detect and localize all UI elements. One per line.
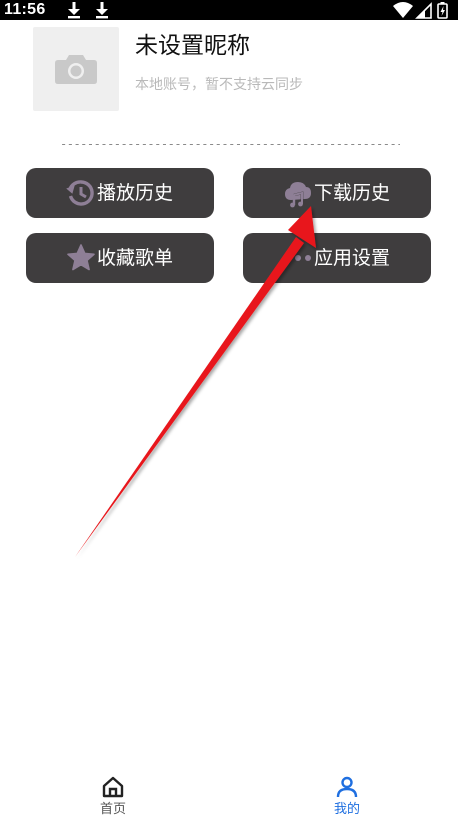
nav-mine[interactable]: 我的 [307,765,387,820]
nav-home[interactable]: 首页 [73,765,153,820]
person-icon [336,776,358,798]
home-icon [102,776,124,798]
play-history-button[interactable]: 播放历史 [26,168,214,218]
status-time: 11:56 [4,1,46,18]
account-subtitle: 本地账号，暂不支持云同步 [135,77,303,93]
favorites-playlist-label: 收藏歌单 [97,247,174,269]
download-history-button[interactable]: 下载历史 [243,168,431,218]
nickname[interactable]: 未设置昵称 [135,30,250,62]
status-right-icons [393,2,448,19]
wifi-icon [393,2,413,18]
download-icon [68,2,80,19]
favorites-playlist-button[interactable]: 收藏歌单 [26,233,214,283]
annotation-arrow [75,206,316,557]
app-settings-label: 应用设置 [314,247,391,269]
app-settings-button[interactable]: 应用设置 [243,233,431,283]
history-icon [66,180,94,206]
download-history-label: 下载历史 [314,182,391,204]
avatar[interactable] [33,27,119,111]
nav-home-label: 首页 [99,802,126,817]
bottom-navigation: 首页 我的 [0,765,458,820]
cloud-music-icon [285,182,311,208]
nav-mine-label: 我的 [333,802,360,817]
more-icon [285,255,311,261]
star-icon [67,244,95,271]
divider: ----------------------------------------… [60,137,400,151]
status-bar: 11:56 [0,0,458,20]
camera-icon [55,55,97,84]
download-icon [96,2,108,19]
signal-icon [415,2,432,19]
battery-charging-icon [437,2,448,19]
play-history-label: 播放历史 [97,182,174,204]
